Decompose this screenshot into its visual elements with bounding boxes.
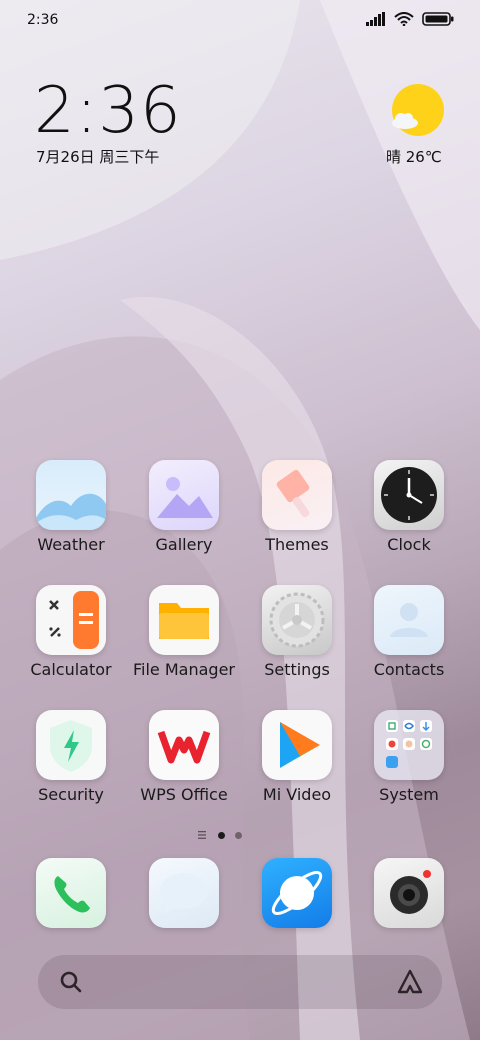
status-time: 2:36 bbox=[27, 12, 59, 28]
app-mi-video[interactable]: Mi Video bbox=[241, 710, 353, 804]
shield-bolt-icon bbox=[36, 710, 106, 780]
app-label: Mi Video bbox=[262, 785, 332, 804]
gallery-icon bbox=[149, 460, 219, 530]
folder-grid-icon bbox=[374, 710, 444, 780]
app-themes[interactable]: Themes bbox=[241, 460, 353, 554]
dock-phone[interactable] bbox=[15, 858, 127, 928]
app-gallery[interactable]: Gallery bbox=[128, 460, 240, 554]
app-contacts[interactable]: Contacts bbox=[353, 585, 465, 679]
app-label: File Manager bbox=[133, 660, 235, 679]
clock-widget-time[interactable]: 2:36 bbox=[34, 74, 182, 148]
wps-office-icon bbox=[149, 710, 219, 780]
app-label: Security bbox=[38, 785, 104, 804]
app-label: Clock bbox=[387, 535, 431, 554]
signal-icon bbox=[366, 12, 385, 26]
app-weather[interactable]: Weather bbox=[15, 460, 127, 554]
page-list-icon bbox=[198, 831, 206, 839]
folder-icon bbox=[149, 585, 219, 655]
app-label: Settings bbox=[264, 660, 330, 679]
app-label: WPS Office bbox=[140, 785, 228, 804]
app-file-manager[interactable]: File Manager bbox=[128, 585, 240, 679]
weather-widget-sun-icon[interactable] bbox=[392, 84, 444, 136]
calculator-icon bbox=[36, 585, 106, 655]
clock-icon bbox=[374, 460, 444, 530]
app-folder-system[interactable]: System bbox=[353, 710, 465, 804]
app-security[interactable]: Security bbox=[15, 710, 127, 804]
search-bar[interactable] bbox=[38, 955, 442, 1009]
assistant-icon[interactable] bbox=[396, 968, 424, 996]
app-label: System bbox=[379, 785, 439, 804]
messages-icon bbox=[149, 858, 219, 928]
paintbrush-icon bbox=[262, 460, 332, 530]
app-wps-office[interactable]: WPS Office bbox=[128, 710, 240, 804]
play-icon bbox=[262, 710, 332, 780]
app-label: Themes bbox=[265, 535, 329, 554]
clock-widget-date: 7月26日 周三下午 bbox=[36, 148, 160, 166]
dock-camera[interactable] bbox=[353, 858, 465, 928]
app-clock[interactable]: Clock bbox=[353, 460, 465, 554]
phone-icon bbox=[36, 858, 106, 928]
page-dot-active bbox=[218, 831, 225, 839]
search-icon bbox=[60, 971, 82, 993]
app-label: Contacts bbox=[373, 660, 445, 679]
app-label: Gallery bbox=[155, 535, 213, 554]
status-bar: 2:36 bbox=[0, 0, 480, 44]
status-icons bbox=[366, 12, 454, 26]
weather-app-icon bbox=[36, 460, 106, 530]
battery-icon bbox=[422, 12, 454, 26]
app-settings[interactable]: Settings bbox=[241, 585, 353, 679]
browser-icon bbox=[262, 858, 332, 928]
gear-icon bbox=[262, 585, 332, 655]
app-label: Calculator bbox=[30, 660, 112, 679]
dock-messages[interactable] bbox=[128, 858, 240, 928]
page-indicator[interactable] bbox=[198, 829, 288, 841]
app-label: Weather bbox=[37, 535, 105, 554]
app-calculator[interactable]: Calculator bbox=[15, 585, 127, 679]
dock-browser[interactable] bbox=[241, 858, 353, 928]
wifi-icon bbox=[394, 12, 414, 26]
page-dot bbox=[235, 831, 242, 839]
person-icon bbox=[374, 585, 444, 655]
camera-icon bbox=[374, 858, 444, 928]
weather-widget-text: 晴 26℃ bbox=[386, 148, 442, 166]
